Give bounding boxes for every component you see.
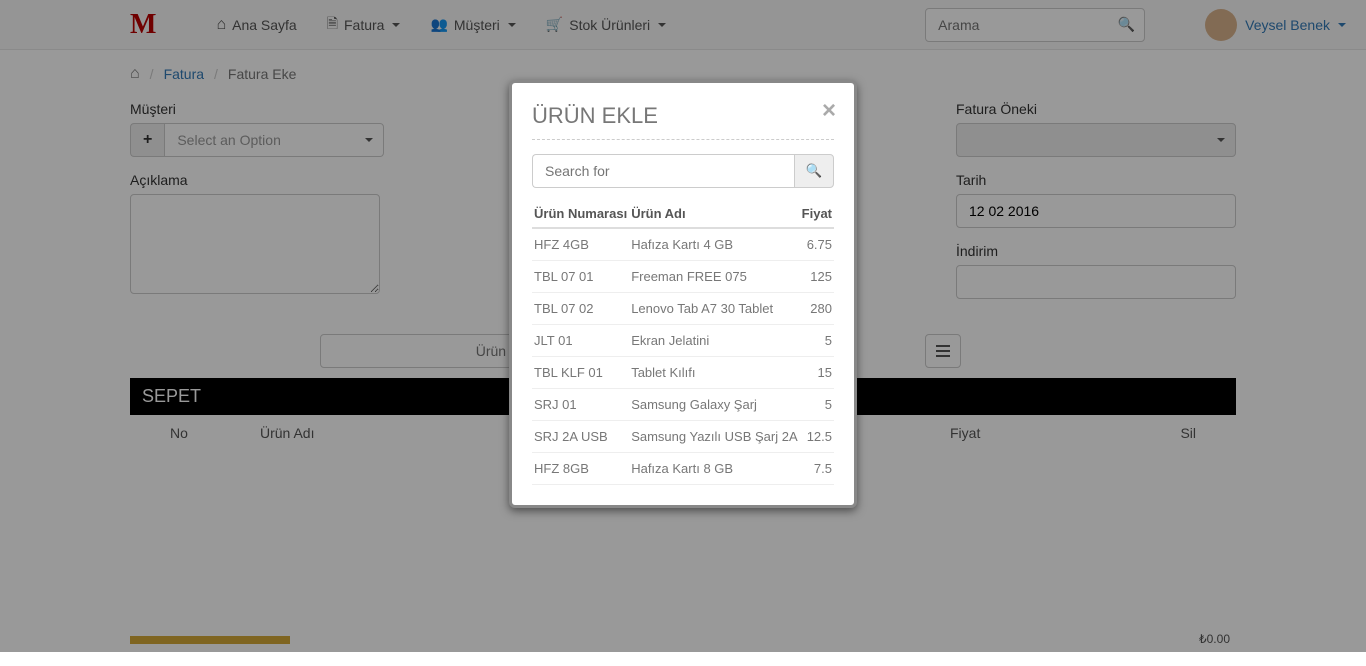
cell-price: 7.5 [800, 453, 834, 485]
cell-price: 280 [800, 293, 834, 325]
cell-name: Tablet Kılıfı [629, 357, 799, 389]
th-name: Ürün Adı [629, 200, 799, 228]
cell-num: TBL 07 02 [532, 293, 629, 325]
cell-name: Ekran Jelatini [629, 325, 799, 357]
cell-name: Freeman FREE 075 [629, 261, 799, 293]
product-row[interactable]: JLT 01Ekran Jelatini5 [532, 325, 834, 357]
cell-price: 6.75 [800, 228, 834, 261]
th-price: Fiyat [800, 200, 834, 228]
cell-name: Lenovo Tab A7 30 Tablet [629, 293, 799, 325]
cell-price: 5 [800, 389, 834, 421]
th-num: Ürün Numarası [532, 200, 629, 228]
cell-price: 12.5 [800, 421, 834, 453]
product-row[interactable]: TBL 07 02Lenovo Tab A7 30 Tablet280 [532, 293, 834, 325]
product-row[interactable]: SRJ 01Samsung Galaxy Şarj5 [532, 389, 834, 421]
modal-search [532, 154, 834, 188]
cell-name: Samsung Galaxy Şarj [629, 389, 799, 421]
cell-num: TBL 07 01 [532, 261, 629, 293]
cell-price: 125 [800, 261, 834, 293]
modal-search-button[interactable] [794, 154, 834, 188]
cell-price: 5 [800, 325, 834, 357]
product-modal: × ÜRÜN EKLE Ürün Numarası Ürün Adı Fiyat… [509, 80, 857, 508]
cell-num: JLT 01 [532, 325, 629, 357]
product-row[interactable]: HFZ 4GBHafıza Kartı 4 GB6.75 [532, 228, 834, 261]
cell-num: SRJ 2A USB [532, 421, 629, 453]
product-row[interactable]: TBL 07 01Freeman FREE 075125 [532, 261, 834, 293]
modal-close-button[interactable]: × [822, 97, 836, 125]
cell-price: 15 [800, 357, 834, 389]
modal-search-input[interactable] [532, 154, 794, 188]
cell-name: Hafıza Kartı 8 GB [629, 453, 799, 485]
cell-name: Samsung Yazılı USB Şarj 2A [629, 421, 799, 453]
cell-num: HFZ 4GB [532, 228, 629, 261]
cell-num: HFZ 8GB [532, 453, 629, 485]
product-table: Ürün Numarası Ürün Adı Fiyat HFZ 4GBHafı… [532, 200, 834, 485]
product-row[interactable]: SRJ 2A USBSamsung Yazılı USB Şarj 2A12.5 [532, 421, 834, 453]
product-row[interactable]: TBL KLF 01Tablet Kılıfı15 [532, 357, 834, 389]
cell-name: Hafıza Kartı 4 GB [629, 228, 799, 261]
cell-num: SRJ 01 [532, 389, 629, 421]
product-row[interactable]: HFZ 8GBHafıza Kartı 8 GB7.5 [532, 453, 834, 485]
search-icon [806, 163, 823, 178]
cell-num: TBL KLF 01 [532, 357, 629, 389]
modal-title: ÜRÜN EKLE [532, 103, 834, 140]
